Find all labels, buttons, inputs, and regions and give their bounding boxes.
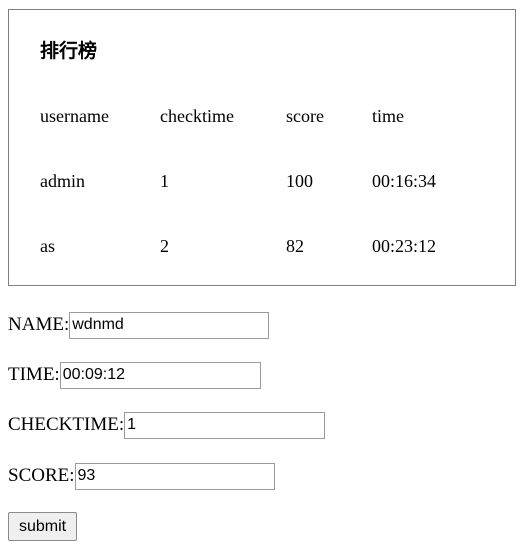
checktime-row: CHECKTIME: bbox=[8, 411, 326, 439]
submit-button[interactable]: submit bbox=[8, 512, 77, 541]
name-label: NAME: bbox=[8, 314, 70, 335]
leaderboard-title: 排行榜 bbox=[40, 40, 98, 62]
row-1-username: admin bbox=[40, 171, 85, 191]
row-1-checktime: 1 bbox=[160, 171, 169, 191]
name-row: NAME: bbox=[8, 311, 270, 339]
row-1-score: 100 bbox=[286, 171, 313, 191]
header-score: score bbox=[286, 106, 324, 126]
time-row: TIME: bbox=[8, 361, 261, 389]
score-input[interactable] bbox=[74, 462, 275, 490]
score-label: SCORE: bbox=[8, 465, 75, 486]
header-time: time bbox=[372, 106, 404, 126]
name-input[interactable] bbox=[69, 311, 270, 339]
row-2-checktime: 2 bbox=[160, 236, 169, 256]
row-2-username: as bbox=[40, 236, 55, 256]
time-input[interactable] bbox=[59, 361, 261, 389]
checktime-label: CHECKTIME: bbox=[8, 414, 125, 435]
header-checktime: checktime bbox=[160, 106, 234, 126]
row-1-time: 00:16:34 bbox=[372, 171, 437, 191]
row-2-time: 00:23:12 bbox=[372, 236, 437, 256]
leaderboard-panel: 排行榜 username checktime score time admin … bbox=[8, 9, 516, 286]
checktime-input[interactable] bbox=[124, 411, 326, 439]
score-row: SCORE: bbox=[8, 462, 275, 490]
time-label: TIME: bbox=[8, 364, 60, 385]
row-2-score: 82 bbox=[286, 236, 304, 256]
header-username: username bbox=[40, 106, 109, 126]
